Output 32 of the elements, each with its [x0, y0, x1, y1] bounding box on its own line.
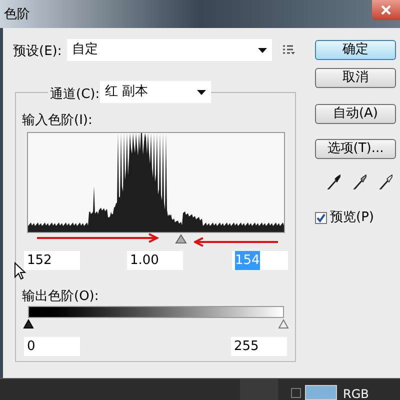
dialog-button[interactable]: 自动(A) — [315, 104, 396, 124]
input-level-field[interactable]: 152 — [24, 251, 80, 270]
dialog-button[interactable]: 取消 — [315, 68, 396, 88]
layer-name[interactable]: RGB — [343, 385, 369, 400]
eyedropper-icon[interactable] — [353, 174, 367, 190]
dialog-button[interactable]: 选项(T)... — [315, 139, 396, 159]
dialog-button[interactable]: 确定 — [315, 40, 396, 60]
preset-label: 预设(E): — [13, 43, 62, 61]
dropdown-caret-icon — [197, 90, 206, 94]
preview-checkbox[interactable] — [315, 212, 327, 224]
channel-value: 红 副本 — [105, 83, 148, 102]
eyedropper-icon[interactable] — [327, 174, 341, 190]
dropdown-caret-icon — [258, 48, 267, 52]
close-icon — [381, 5, 391, 15]
window-title: 色阶 — [4, 6, 30, 24]
visibility-checkbox[interactable] — [291, 388, 301, 398]
mouse-pointer-icon — [14, 262, 26, 280]
input-levels-label: 输入色阶(I): — [22, 112, 92, 130]
close-button[interactable] — [372, 0, 400, 20]
input-level-field[interactable]: 1.00 — [127, 251, 183, 270]
shadow-slider-icon[interactable] — [23, 319, 34, 329]
preset-value: 自定 — [72, 41, 98, 60]
channel-dropdown[interactable]: 红 副本 — [100, 81, 211, 103]
layer-thumbnail — [305, 385, 337, 400]
preview-label: 预览(P) — [330, 209, 374, 227]
eyedropper-icon[interactable] — [379, 174, 393, 190]
output-levels-label: 输出色阶(O): — [22, 288, 99, 306]
menu-list-icon[interactable] — [283, 45, 295, 55]
preset-dropdown[interactable]: 自定 — [67, 39, 272, 61]
output-level-field[interactable]: 0 — [24, 337, 80, 356]
output-level-field[interactable]: 255 — [231, 337, 287, 356]
highlight-slider-icon[interactable] — [278, 319, 289, 329]
